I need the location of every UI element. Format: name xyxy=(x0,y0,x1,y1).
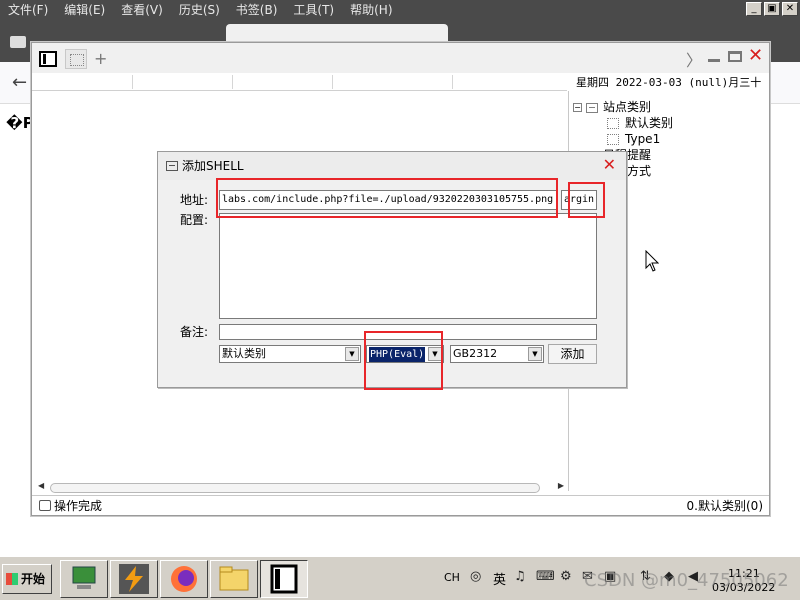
category-icon xyxy=(607,134,619,145)
chevron-right-icon[interactable]: 〉 xyxy=(686,47,702,71)
status-checkbox[interactable] xyxy=(39,500,51,511)
close-icon[interactable]: ✕ xyxy=(748,45,763,66)
tree-node-site-categories[interactable]: − 站点类别 xyxy=(573,99,673,115)
folder-icon xyxy=(586,102,598,113)
app-titlebar: + 〉 ✕ xyxy=(32,43,769,73)
maximize-icon[interactable] xyxy=(728,51,742,62)
new-tab-plus-icon[interactable]: + xyxy=(94,49,107,68)
menu-tools[interactable]: 工具(T) xyxy=(285,0,342,20)
menu-bookmarks[interactable]: 书签(B) xyxy=(228,0,286,20)
window-restore-button[interactable]: ▣ xyxy=(764,2,780,16)
taskbar-app-burp[interactable] xyxy=(110,560,158,598)
status-category-count: 0.默认类别(0) xyxy=(686,499,763,513)
dropdown-arrow-icon[interactable]: ▼ xyxy=(528,347,542,361)
collapse-icon[interactable]: − xyxy=(573,103,582,112)
watermark: CSDN @m0_47505062 xyxy=(584,570,789,591)
window-icon xyxy=(166,161,178,171)
status-message: 操作完成 xyxy=(54,499,103,513)
taskbar-app-explorer[interactable] xyxy=(210,560,258,598)
start-button[interactable]: 开始 xyxy=(2,564,52,594)
minimize-icon[interactable] xyxy=(708,59,720,62)
taskbar-app-shell-manager[interactable] xyxy=(260,560,308,598)
address-label: 地址: xyxy=(180,193,209,207)
scrollbar-thumb[interactable] xyxy=(50,483,540,493)
page-content-text: �P xyxy=(6,114,34,132)
address-row xyxy=(32,73,567,91)
language-indicator[interactable]: CH xyxy=(444,571,460,584)
date-label: 星期四 2022-03-03 (null)月三十 xyxy=(576,76,762,89)
browser-menubar: 文件(F) 编辑(E) 查看(V) 历史(S) 书签(B) 工具(T) 帮助(H… xyxy=(0,0,800,20)
tree-node-type1[interactable]: Type1 xyxy=(573,131,673,147)
menu-edit[interactable]: 编辑(E) xyxy=(56,0,113,20)
category-icon xyxy=(607,118,619,129)
windows-logo-icon xyxy=(6,573,18,585)
menu-file[interactable]: 文件(F) xyxy=(0,0,56,20)
status-bar: 操作完成 0.默认类别(0) xyxy=(32,495,769,515)
ime-status-icon[interactable]: ◎ xyxy=(470,569,481,584)
camera-icon[interactable] xyxy=(10,36,26,48)
dialog-title: 添加SHELL xyxy=(182,159,244,173)
panel-toggle-icon xyxy=(270,564,298,594)
panel-toggle-icon[interactable] xyxy=(39,51,57,67)
category-select[interactable]: 默认类别 ▼ xyxy=(219,345,361,363)
bolt-icon xyxy=(119,564,149,594)
menu-history[interactable]: 历史(S) xyxy=(171,0,228,20)
folder-icon xyxy=(219,566,249,591)
menu-view[interactable]: 查看(V) xyxy=(113,0,171,20)
mouse-cursor-icon xyxy=(645,250,659,272)
scroll-right-icon[interactable]: ▶ xyxy=(558,481,564,490)
dialog-titlebar[interactable]: 添加SHELL ✕ xyxy=(158,152,626,180)
network-computer-icon xyxy=(72,566,96,589)
encoding-select[interactable]: GB2312 ▼ xyxy=(450,345,544,363)
tab-blank[interactable] xyxy=(65,49,87,69)
dropdown-arrow-icon[interactable]: ▼ xyxy=(345,347,359,361)
taskbar-app-network[interactable] xyxy=(60,560,108,598)
horizontal-scrollbar[interactable]: ◀ ▶ xyxy=(34,481,564,495)
microphone-icon[interactable]: ♫ xyxy=(514,569,526,584)
menu-help[interactable]: 帮助(H) xyxy=(342,0,400,20)
tree-node-default-category[interactable]: 默认类别 xyxy=(573,115,673,131)
config-textarea[interactable] xyxy=(219,213,597,319)
note-label: 备注: xyxy=(180,325,209,339)
annotation-box-password xyxy=(568,182,605,218)
annotation-box-url xyxy=(216,178,558,218)
window-minimize-button[interactable]: _ xyxy=(746,2,762,16)
keyboard-icon[interactable]: ⌨ xyxy=(536,569,555,584)
back-arrow-icon[interactable]: ← xyxy=(12,72,27,93)
firefox-icon xyxy=(171,566,197,592)
config-label: 配置: xyxy=(180,213,209,227)
ime-mode-indicator[interactable]: 英 xyxy=(493,569,506,588)
dialog-close-icon[interactable]: ✕ xyxy=(603,155,616,174)
settings-icon[interactable]: ⚙ xyxy=(560,569,572,584)
annotation-box-script-type xyxy=(364,331,443,390)
scroll-left-icon[interactable]: ◀ xyxy=(38,481,44,490)
taskbar-app-firefox[interactable] xyxy=(160,560,208,598)
window-close-button[interactable]: ✕ xyxy=(782,2,798,16)
add-button[interactable]: 添加 xyxy=(548,344,597,364)
